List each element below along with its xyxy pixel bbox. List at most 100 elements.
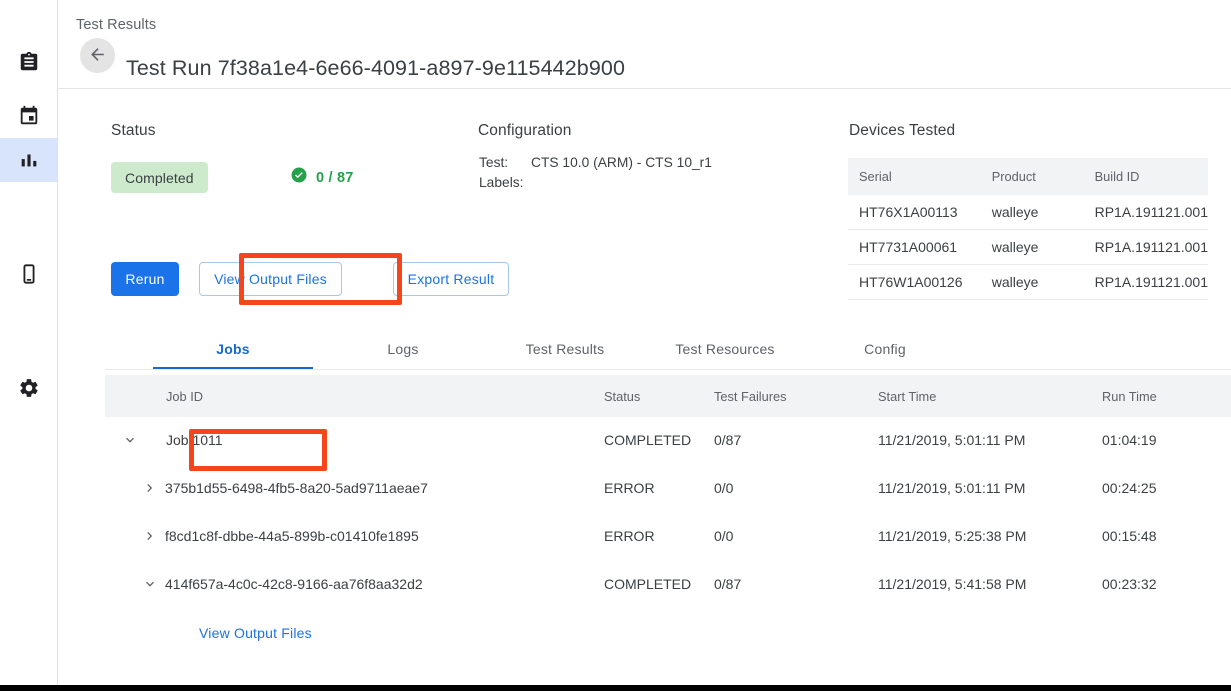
col-serial: Serial: [848, 158, 981, 195]
sidebar-item-settings[interactable]: [0, 366, 57, 410]
sidebar-item-test-suites[interactable]: [0, 40, 57, 84]
tab-label: Jobs: [216, 341, 249, 357]
device-build-id: RP1A.191121.001: [1084, 195, 1208, 230]
page-header: Test Results Test Run 7f38a1e4-6e66-4091…: [58, 0, 1231, 89]
sidebar-item-test-results[interactable]: [0, 138, 57, 182]
status-badge: Completed: [111, 162, 208, 193]
job-id: 414f657a-4c0c-42c8-9166-aa76f8aa32d2: [165, 576, 423, 592]
config-value: CTS 10.0 (ARM) - CTS 10_r1: [531, 153, 712, 173]
view-output-files-button[interactable]: View Output Files: [199, 262, 342, 296]
jobs-table-header-row: Job ID Status Test Failures Start Time R…: [105, 375, 1231, 417]
job-id: 375b1d55-6498-4fb5-8a20-5ad9711aeae7: [165, 480, 428, 496]
job-run-time: 01:04:19: [1102, 432, 1157, 448]
job-status: ERROR: [604, 528, 655, 544]
config-row-test: Test: CTS 10.0 (ARM) - CTS 10_r1: [479, 153, 712, 173]
devices-table-header-row: Serial Product Build ID: [848, 158, 1208, 195]
breadcrumb: Test Results: [76, 17, 156, 33]
job-test-failures: 0/0: [714, 480, 733, 496]
devices-heading: Devices Tested: [849, 122, 955, 140]
status-heading: Status: [111, 122, 156, 140]
job-output-files-row: View Output Files: [105, 609, 1231, 659]
tab-test-resources[interactable]: Test Resources: [645, 328, 805, 370]
tab-config[interactable]: Config: [805, 328, 965, 370]
job-run-time: 00:15:48: [1102, 528, 1157, 544]
page-body: Status Completed 0 / 87 Configuration Te…: [58, 90, 1231, 685]
job-test-failures: 0/87: [714, 576, 741, 592]
bar-chart-icon: [18, 149, 40, 171]
device-serial: HT76W1A00126: [848, 265, 981, 300]
device-product: walleye: [981, 195, 1084, 230]
tab-label: Test Results: [526, 341, 605, 357]
tab-label: Logs: [387, 341, 418, 357]
table-row[interactable]: 375b1d55-6498-4fb5-8a20-5ad9711aeae7 ERR…: [105, 465, 1231, 513]
chevron-right-icon[interactable]: [140, 478, 160, 498]
col-status: Status: [604, 389, 640, 404]
job-start-time: 11/21/2019, 5:25:38 PM: [878, 528, 1026, 544]
tab-bar-divider: [105, 369, 1231, 370]
config-key: Test:: [479, 153, 531, 173]
device-icon: [18, 263, 40, 285]
job-start-time: 11/21/2019, 5:41:58 PM: [878, 576, 1026, 592]
job-start-time: 11/21/2019, 5:01:11 PM: [878, 480, 1025, 496]
app-root: Test Results Test Run 7f38a1e4-6e66-4091…: [0, 0, 1231, 691]
devices-table: Serial Product Build ID HT76X1A00113 wal…: [848, 158, 1208, 300]
sidebar-item-test-runs[interactable]: [0, 94, 57, 138]
job-start-time: 11/21/2019, 5:01:11 PM: [878, 432, 1025, 448]
job-id: f8cd1c8f-dbbe-44a5-899b-c01410fe1895: [165, 528, 419, 544]
col-job-id: Job ID: [166, 389, 203, 404]
sidebar: [0, 0, 58, 685]
table-row: HT7731A00061 walleye RP1A.191121.001: [848, 230, 1208, 265]
chevron-down-icon[interactable]: [140, 574, 160, 594]
sidebar-item-devices[interactable]: [0, 252, 57, 296]
device-build-id: RP1A.191121.001: [1084, 230, 1208, 265]
job-status: COMPLETED: [604, 576, 691, 592]
tab-bar: Jobs Logs Test Results Test Resources Co…: [105, 328, 1231, 370]
col-start-time: Start Time: [878, 389, 936, 404]
tab-test-results[interactable]: Test Results: [485, 328, 645, 370]
job-test-failures: 0/87: [714, 432, 741, 448]
count-label: 0 / 87: [316, 170, 353, 186]
view-output-files-link[interactable]: View Output Files: [185, 616, 326, 650]
clipboard-icon: [18, 51, 40, 73]
back-button[interactable]: [80, 38, 115, 73]
tab-label: Test Resources: [675, 341, 774, 357]
tab-label: Config: [864, 341, 906, 357]
job-status: ERROR: [604, 480, 655, 496]
table-row[interactable]: 414f657a-4c0c-42c8-9166-aa76f8aa32d2 COM…: [105, 561, 1231, 609]
jobs-table: Job ID Status Test Failures Start Time R…: [105, 375, 1231, 659]
col-test-failures: Test Failures: [714, 389, 787, 404]
job-id: Job 1011: [166, 432, 223, 448]
chevron-right-icon[interactable]: [140, 526, 160, 546]
check-circle-icon: [290, 166, 308, 189]
col-build-id: Build ID: [1084, 158, 1208, 195]
tab-jobs[interactable]: Jobs: [153, 328, 313, 370]
calendar-icon: [18, 105, 40, 127]
table-row[interactable]: f8cd1c8f-dbbe-44a5-899b-c01410fe1895 ERR…: [105, 513, 1231, 561]
job-test-failures: 0/0: [714, 528, 733, 544]
rerun-button[interactable]: Rerun: [111, 262, 179, 296]
bottom-bar: [0, 685, 1231, 691]
arrow-left-icon: [88, 45, 107, 67]
col-run-time: Run Time: [1102, 389, 1157, 404]
job-status: COMPLETED: [604, 432, 691, 448]
test-failure-count: 0 / 87: [290, 162, 353, 193]
configuration-heading: Configuration: [478, 122, 572, 140]
config-key: Labels:: [479, 173, 531, 193]
page-title: Test Run 7f38a1e4-6e66-4091-a897-9e11544…: [126, 56, 625, 81]
job-run-time: 00:23:32: [1102, 576, 1157, 592]
gear-icon: [18, 377, 40, 399]
table-row: HT76W1A00126 walleye RP1A.191121.001: [848, 265, 1208, 300]
configuration-list: Test: CTS 10.0 (ARM) - CTS 10_r1 Labels:: [479, 153, 712, 193]
device-build-id: RP1A.191121.001: [1084, 265, 1208, 300]
tab-logs[interactable]: Logs: [323, 328, 483, 370]
chevron-down-icon[interactable]: [120, 430, 140, 450]
device-serial: HT7731A00061: [848, 230, 981, 265]
device-serial: HT76X1A00113: [848, 195, 981, 230]
device-product: walleye: [981, 265, 1084, 300]
job-run-time: 00:24:25: [1102, 480, 1157, 496]
col-product: Product: [981, 158, 1084, 195]
table-row: HT76X1A00113 walleye RP1A.191121.001: [848, 195, 1208, 230]
config-row-labels: Labels:: [479, 173, 712, 193]
table-row[interactable]: Job 1011 COMPLETED 0/87 11/21/2019, 5:01…: [105, 417, 1231, 465]
export-result-button[interactable]: Export Result: [393, 262, 509, 296]
